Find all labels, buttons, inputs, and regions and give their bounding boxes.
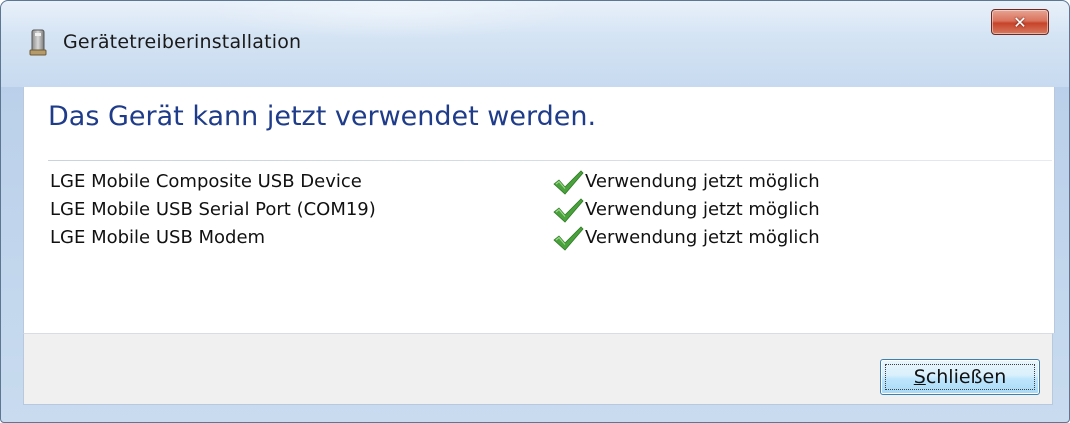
device-status: Verwendung jetzt möglich [552, 226, 820, 251]
list-item: LGE Mobile USB Modem Verwendung jetzt mö… [50, 226, 1040, 255]
dialog-window: Gerätetreiberinstallation ✕ Das Gerät ka… [0, 0, 1070, 423]
divider [48, 160, 1052, 161]
close-button[interactable]: Schließen [880, 359, 1040, 395]
green-check-icon [553, 170, 584, 195]
device-status: Verwendung jetzt möglich [552, 170, 820, 195]
device-list: LGE Mobile Composite USB Device Verwendu… [50, 170, 1040, 255]
green-check-icon [553, 226, 584, 251]
title-bar[interactable]: Gerätetreiberinstallation ✕ [1, 1, 1069, 87]
device-driver-icon [29, 29, 47, 56]
device-status: Verwendung jetzt möglich [552, 198, 820, 223]
window-title: Gerätetreiberinstallation [63, 31, 302, 53]
device-name: LGE Mobile USB Serial Port (COM19) [50, 199, 376, 220]
close-icon: ✕ [1013, 12, 1027, 32]
close-button-label-rest: chließen [925, 366, 1007, 388]
content-panel: Das Gerät kann jetzt verwendet werden. L… [23, 87, 1055, 333]
green-check-icon [553, 198, 584, 223]
status-text: Verwendung jetzt möglich [585, 227, 820, 248]
close-button-mnemonic: S [913, 366, 926, 388]
status-text: Verwendung jetzt möglich [585, 199, 820, 220]
list-item: LGE Mobile USB Serial Port (COM19) Verwe… [50, 198, 1040, 227]
button-bar: Schließen [23, 333, 1053, 405]
list-item: LGE Mobile Composite USB Device Verwendu… [50, 170, 1040, 199]
close-button-label: Schließen [914, 366, 1007, 388]
device-name: LGE Mobile Composite USB Device [50, 171, 362, 192]
title-close-button[interactable]: ✕ [991, 9, 1049, 35]
page-title: Das Gerät kann jetzt verwendet werden. [48, 101, 597, 132]
status-text: Verwendung jetzt möglich [585, 171, 820, 192]
device-name: LGE Mobile USB Modem [50, 227, 266, 248]
